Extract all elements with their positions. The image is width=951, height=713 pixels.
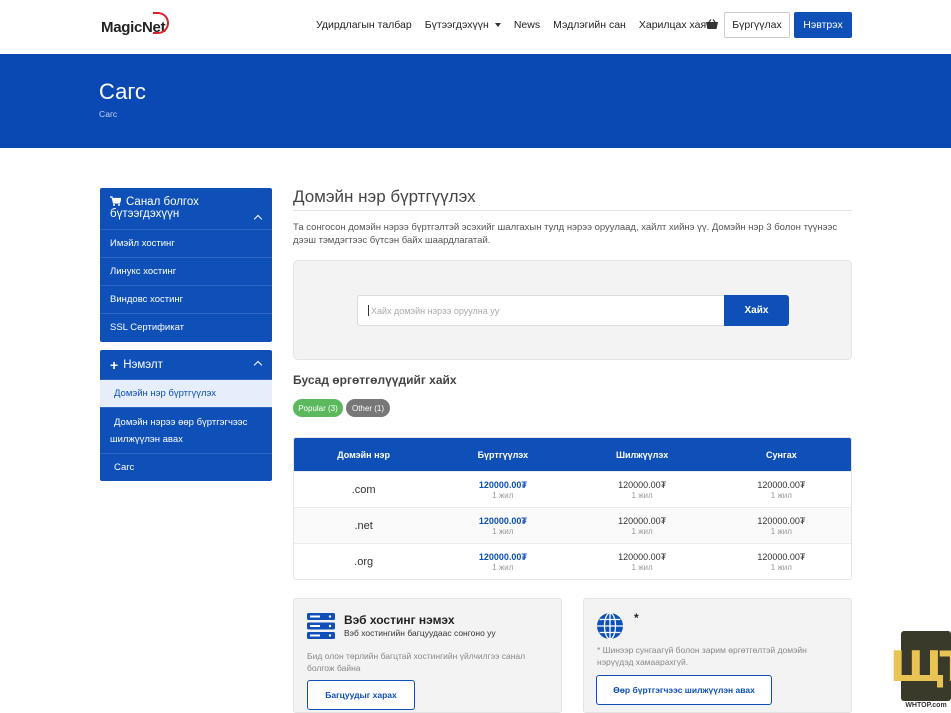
domain-search-input[interactable]: Хайх домэйн нэрээ оруулна уу bbox=[357, 295, 725, 326]
plus-icon: + bbox=[110, 356, 119, 373]
register-price: 120000.00₮ bbox=[478, 479, 527, 490]
cart-icon bbox=[110, 196, 122, 206]
register-price: 120000.00₮ bbox=[478, 515, 527, 526]
transfer-promo-description: * Шинээр сунгаагүй болон зарим өргөтгөлт… bbox=[597, 645, 807, 667]
hosting-promo-subtitle: Вэб хостингийн багцуудаас сонгоно уу bbox=[344, 628, 496, 638]
transfer-promo-card: * * Шинээр сунгаагүй болон зарим өргөтгө… bbox=[583, 598, 852, 713]
table-row: .net 120000.00₮ 1 жил 120000.00₮ 1 жил 120… bbox=[294, 507, 851, 543]
header-register: Бүртгүүлэх bbox=[477, 449, 529, 460]
pricing-table: Домэйн нэр Бүртгүүлэх Шилжүүлэх Сунгах .… bbox=[293, 437, 852, 580]
sidebar-addons-title: Нэмэлт bbox=[123, 358, 163, 371]
site-logo[interactable]: MagicNet bbox=[101, 12, 169, 40]
logo-swoosh-icon bbox=[153, 12, 169, 34]
sidebar-item-domain-transfer[interactable]: Домэйн нэрээ өөр бүртгэгчээс шилжүүлэн а… bbox=[100, 407, 272, 453]
period-label: 1 жил bbox=[492, 562, 514, 572]
tld-cell: .net bbox=[354, 519, 373, 532]
sidebar-item-cart[interactable]: Сагс bbox=[100, 453, 272, 481]
search-button[interactable]: Хайх bbox=[724, 295, 789, 326]
page-hero: Сагс Сагс bbox=[0, 54, 951, 148]
period-label: 1 жил bbox=[492, 490, 514, 500]
period-label: 1 жил bbox=[631, 562, 653, 572]
header-domain: Домэйн нэр bbox=[337, 449, 391, 460]
view-packages-button[interactable]: Багцуудыг харах bbox=[307, 680, 415, 710]
sidebar-item-ssl[interactable]: SSL Сертификат bbox=[100, 313, 272, 341]
nav-client-area[interactable]: Удирдлагын талбар bbox=[316, 19, 412, 31]
top-navbar: MagicNet Удирдлагын талбар Бүтээгдэхүүн … bbox=[0, 0, 951, 54]
period-label: 1 жил bbox=[770, 490, 792, 500]
watermark-text: WHTOP.com bbox=[905, 702, 947, 709]
watermark-logo: ЩТ bbox=[890, 631, 951, 701]
sidebar-products-header[interactable]: Санал болгох бүтээгдэхүүн bbox=[100, 188, 272, 229]
nav-products[interactable]: Бүтээгдэхүүн bbox=[425, 19, 501, 31]
nav-news[interactable]: News bbox=[514, 19, 540, 31]
sidebar-item-windows-hosting[interactable]: Виндовс хостинг bbox=[100, 285, 272, 313]
transfer-price: 120000.00₮ bbox=[618, 551, 667, 562]
tld-cell: .com bbox=[351, 483, 376, 496]
basket-icon[interactable] bbox=[706, 19, 718, 30]
tld-cell: .org bbox=[354, 555, 374, 568]
hosting-promo-title: Вэб хостинг нэмэх bbox=[344, 613, 455, 627]
register-price: 120000.00₮ bbox=[478, 551, 527, 562]
filter-other-button[interactable]: Other (1) bbox=[346, 399, 390, 417]
intro-text: Та сонгосон домэйн нэрээ бүртгэлтэй эсэх… bbox=[293, 222, 838, 246]
period-label: 1 жил bbox=[631, 526, 653, 536]
table-row: .com 120000.00₮ 1 жил 120000.00₮ 1 жил 120… bbox=[294, 471, 851, 507]
transfer-domain-button[interactable]: Өөр бүртгэгчээс шилжүүлэн авах bbox=[596, 675, 772, 705]
section-title: Домэйн нэр бүртгүүлэх bbox=[293, 187, 476, 206]
whtop-watermark: ЩТ WHTOP.com bbox=[890, 631, 951, 713]
sidebar-item-linux-hosting[interactable]: Линукс хостинг bbox=[100, 257, 272, 285]
chevron-up-icon bbox=[253, 360, 263, 370]
sidebar-item-domain-register[interactable]: Домэйн нэр бүртгүүлэх bbox=[100, 379, 272, 407]
breadcrumb[interactable]: Сагс bbox=[99, 109, 117, 119]
filter-popular-button[interactable]: Popular (3) bbox=[293, 399, 343, 417]
sidebar-item-domain-transfer-label: Домэйн нэрээ өөр бүртгэгчээс шилжүүлэн а… bbox=[110, 416, 248, 445]
header-renew: Сунгах bbox=[766, 449, 797, 460]
period-label: 1 жил bbox=[492, 526, 514, 536]
other-extensions-title: Бусад өргөтгөлүүдийг хайх bbox=[293, 373, 457, 387]
nav-products-label: Бүтээгдэхүүн bbox=[424, 19, 489, 31]
sidebar-products-panel: Санал болгох бүтээгдэхүүн Имэйл хостинг … bbox=[100, 188, 272, 342]
renew-price: 120000.00₮ bbox=[757, 479, 806, 490]
sidebar-products-title: Санал болгох бүтээгдэхүүн bbox=[110, 196, 199, 220]
divider bbox=[293, 210, 852, 211]
transfer-price: 120000.00₮ bbox=[618, 515, 667, 526]
caret-down-icon bbox=[494, 23, 501, 28]
transfer-price: 120000.00₮ bbox=[618, 479, 667, 490]
transfer-promo-title: * bbox=[634, 611, 639, 625]
text-cursor bbox=[368, 305, 369, 316]
main-nav: Удирдлагын талбар Бүтээгдэхүүн News Мэдл… bbox=[316, 0, 723, 50]
hosting-promo-card: Вэб хостинг нэмэх Вэб хостингийн багцууд… bbox=[293, 598, 562, 713]
period-label: 1 жил bbox=[631, 490, 653, 500]
chevron-up-icon bbox=[253, 214, 263, 224]
login-button[interactable]: Нэвтрэх bbox=[794, 12, 852, 38]
search-placeholder: Хайх домэйн нэрээ оруулна уу bbox=[371, 305, 500, 316]
domain-search-panel: Хайх домэйн нэрээ оруулна уу Хайх bbox=[293, 260, 852, 360]
register-button[interactable]: Бүргүүлах bbox=[724, 12, 790, 38]
page-title: Сагс bbox=[99, 79, 146, 104]
nav-contact[interactable]: Харилцах хаяг bbox=[639, 19, 710, 31]
sidebar-item-email-hosting[interactable]: Имэйл хостинг bbox=[100, 229, 272, 257]
period-label: 1 жил bbox=[770, 562, 792, 572]
table-row: .org 120000.00₮ 1 жил 120000.00₮ 1 жил 120… bbox=[294, 543, 851, 579]
sidebar-addons-header[interactable]: + Нэмэлт bbox=[100, 350, 272, 379]
header-transfer: Шилжүүлэх bbox=[615, 449, 669, 460]
hosting-promo-description: Бид олон төрлийн багцтай хостингийн үйлч… bbox=[307, 651, 526, 673]
nav-knowledgebase[interactable]: Мэдлэгийн сан bbox=[553, 19, 626, 31]
table-header: Домэйн нэр Бүртгүүлэх Шилжүүлэх Сунгах bbox=[294, 438, 851, 471]
sidebar-addons-panel: + Нэмэлт Домэйн нэр бүртгүүлэх Домэйн нэр… bbox=[100, 350, 272, 481]
globe-icon bbox=[597, 612, 623, 640]
renew-price: 120000.00₮ bbox=[757, 515, 806, 526]
server-icon bbox=[307, 613, 335, 639]
period-label: 1 жил bbox=[770, 526, 792, 536]
renew-price: 120000.00₮ bbox=[757, 551, 806, 562]
